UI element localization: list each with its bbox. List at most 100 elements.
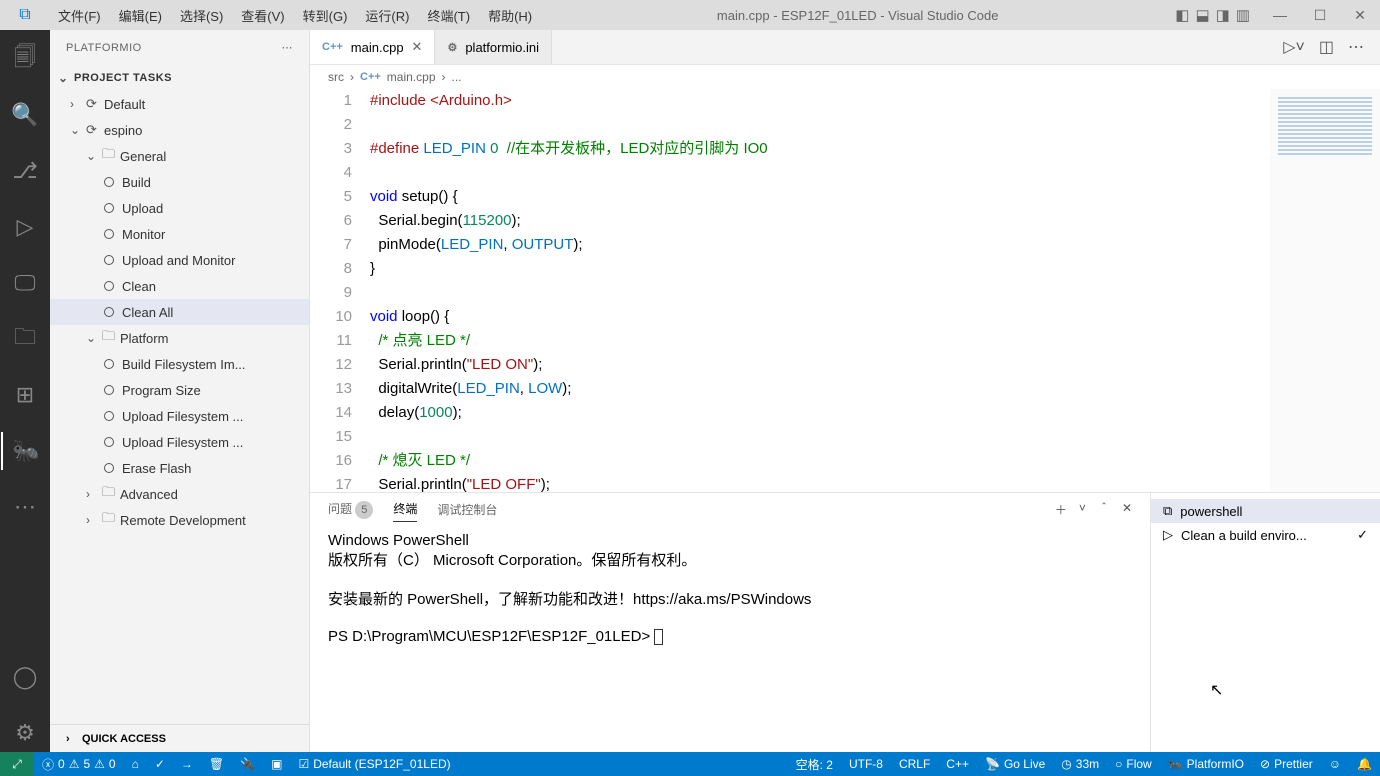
tree-item[interactable]: Build (50, 169, 309, 195)
pio-env[interactable]: ☑ Default (ESP12F_01LED) (290, 752, 458, 776)
terminal-item-powershell[interactable]: ⧉powershell (1151, 499, 1380, 523)
remote-button[interactable]: ⤢ (0, 752, 34, 776)
status-lang[interactable]: C++ (938, 752, 977, 776)
sidebar-more-icon[interactable]: ⋯ (282, 41, 294, 54)
tree-item[interactable]: ›🗀Advanced (50, 481, 309, 507)
tree-item[interactable]: Upload Filesystem ... (50, 403, 309, 429)
menu-edit[interactable]: 编辑(E) (111, 2, 170, 29)
tree-item[interactable]: Upload (50, 195, 309, 221)
platformio-icon[interactable]: 🐜 (1, 432, 49, 470)
section-quick-access[interactable]: ›QUICK ACCESS (50, 724, 309, 752)
split-editor-icon[interactable]: ◫ (1319, 37, 1334, 57)
tree-item[interactable]: Upload and Monitor (50, 247, 309, 273)
terminal-dropdown-icon[interactable]: ˅ (1079, 501, 1086, 518)
cpp-file-icon: C++ (322, 41, 343, 53)
breadcrumb[interactable]: src› C++ main.cpp› ... (310, 65, 1380, 89)
panel-tab-terminal[interactable]: 终端 (393, 496, 417, 522)
panel-maximize-icon[interactable]: ＾ (1098, 501, 1110, 518)
menu-goto[interactable]: 转到(G) (295, 2, 356, 29)
pio-build-icon[interactable]: ✓ (147, 752, 173, 776)
status-time[interactable]: ◷ 33m (1053, 752, 1107, 776)
status-platformio[interactable]: 🐜 PlatformIO (1160, 752, 1252, 776)
tree-item[interactable]: Upload Filesystem ... (50, 429, 309, 455)
tree-item[interactable]: Clean All (50, 299, 309, 325)
status-encoding[interactable]: UTF-8 (841, 752, 891, 776)
panel-close-icon[interactable]: ✕ (1122, 501, 1132, 518)
panel-tab-debug-console[interactable]: 调试控制台 (437, 497, 497, 522)
more-icon[interactable]: ⋯ (1, 488, 49, 526)
extensions-icon[interactable]: ⊞ (1, 376, 49, 414)
pio-terminal-icon[interactable]: ▣ (263, 752, 290, 776)
menu-file[interactable]: 文件(F) (50, 2, 109, 29)
panel-tab-problems[interactable]: 问题 5 (328, 496, 373, 523)
check-icon: ✓ (1357, 527, 1368, 543)
tree-item[interactable]: Erase Flash (50, 455, 309, 481)
status-golive[interactable]: 📡 Go Live (977, 752, 1053, 776)
mouse-cursor-icon: ↖ (1210, 680, 1223, 700)
tree-item[interactable]: Clean (50, 273, 309, 299)
close-button[interactable]: ✕ (1340, 7, 1380, 24)
folder-icon[interactable]: 🗀 (1, 320, 49, 358)
sidebar-title: PLATFORMIO (66, 42, 142, 54)
tab-main-cpp[interactable]: C++ main.cpp ✕ (310, 30, 435, 64)
settings-icon[interactable]: ⚙ (1, 714, 49, 752)
terminal-output[interactable]: Windows PowerShell 版权所有（C） Microsoft Cor… (310, 525, 1150, 752)
status-spaces[interactable]: 空格: 2 (788, 752, 841, 776)
terminal-icon: ⧉ (1163, 503, 1172, 519)
bottom-panel: 问题 5 终端 调试控制台 ＋ ˅ ＾ ✕ Windows PowerShell… (310, 492, 1380, 752)
status-eol[interactable]: CRLF (891, 752, 938, 776)
tree-item[interactable]: ⌄🗀Platform (50, 325, 309, 351)
tree-item[interactable]: ⌄⟳espino (50, 117, 309, 143)
run-dropdown-icon[interactable]: ▷˅ (1283, 37, 1305, 57)
tree-item[interactable]: Program Size (50, 377, 309, 403)
status-problems[interactable]: ⓧ 0 ⚠ 5 ⚠ 0 (34, 752, 124, 776)
menubar: 文件(F) 编辑(E) 选择(S) 查看(V) 转到(G) 运行(R) 终端(T… (50, 2, 540, 29)
layout-panel-left-icon[interactable]: ◧ (1175, 6, 1189, 24)
tab-platformio-ini[interactable]: ⚙ platformio.ini (435, 30, 552, 64)
code-editor[interactable]: 1234567891011121314151617 #include <Ardu… (310, 89, 1270, 492)
menu-run[interactable]: 运行(R) (357, 2, 417, 29)
status-feedback-icon[interactable]: ☺ (1321, 752, 1349, 776)
section-project-tasks[interactable]: ⌄PROJECT TASKS (50, 65, 309, 91)
layout-panel-bottom-icon[interactable]: ⬓ (1195, 6, 1209, 24)
source-control-icon[interactable]: ⎇ (1, 152, 49, 190)
tree-item[interactable]: ⌄🗀General (50, 143, 309, 169)
minimap[interactable] (1270, 89, 1380, 492)
new-terminal-icon[interactable]: ＋ (1055, 501, 1067, 518)
layout-customize-icon[interactable]: ▥ (1236, 6, 1250, 24)
close-icon[interactable]: ✕ (412, 39, 423, 55)
status-prettier[interactable]: ⊘ Prettier (1252, 752, 1321, 776)
vscode-logo-icon: ⧉ (0, 6, 50, 24)
window-controls: — ☐ ✕ (1260, 7, 1380, 24)
search-icon[interactable]: 🔍 (1, 96, 49, 134)
explorer-icon[interactable]: 🗐 (1, 40, 49, 78)
run-debug-icon[interactable]: ▷ (1, 208, 49, 246)
account-icon[interactable]: ◯ (1, 658, 49, 696)
pio-clean-icon[interactable]: 🗑 (201, 752, 232, 776)
status-flow[interactable]: ○ Flow (1107, 752, 1160, 776)
minimize-button[interactable]: — (1260, 7, 1300, 24)
remote-icon[interactable]: 🖵 (1, 264, 49, 302)
menu-terminal[interactable]: 终端(T) (419, 2, 478, 29)
window-title: main.cpp - ESP12F_01LED - Visual Studio … (540, 8, 1175, 23)
status-bell-icon[interactable]: 🔔 (1349, 752, 1380, 776)
tree-item[interactable]: Build Filesystem Im... (50, 351, 309, 377)
gear-icon: ⚙ (447, 41, 457, 54)
maximize-button[interactable]: ☐ (1300, 7, 1340, 24)
pio-upload-icon[interactable]: → (173, 752, 201, 776)
titlebar: ⧉ 文件(F) 编辑(E) 选择(S) 查看(V) 转到(G) 运行(R) 终端… (0, 0, 1380, 30)
menu-select[interactable]: 选择(S) (172, 2, 231, 29)
pio-home-icon[interactable]: ⌂ (124, 752, 147, 776)
tree-item[interactable]: ›🗀Remote Development (50, 507, 309, 533)
layout-panel-right-icon[interactable]: ◨ (1216, 6, 1230, 24)
editor-tabs: C++ main.cpp ✕ ⚙ platformio.ini ▷˅ ◫ ⋯ (310, 30, 1380, 65)
pio-monitor-icon[interactable]: 🔌 (232, 752, 263, 776)
menu-help[interactable]: 帮助(H) (480, 2, 540, 29)
terminal-item-task[interactable]: ▷Clean a build enviro...✓ (1151, 523, 1380, 547)
tree-item[interactable]: Monitor (50, 221, 309, 247)
tab-more-icon[interactable]: ⋯ (1348, 37, 1364, 57)
menu-view[interactable]: 查看(V) (233, 2, 292, 29)
tab-label: main.cpp (351, 40, 404, 55)
tree-item[interactable]: ›⟳Default (50, 91, 309, 117)
layout-controls: ◧ ⬓ ◨ ▥ (1175, 6, 1250, 24)
